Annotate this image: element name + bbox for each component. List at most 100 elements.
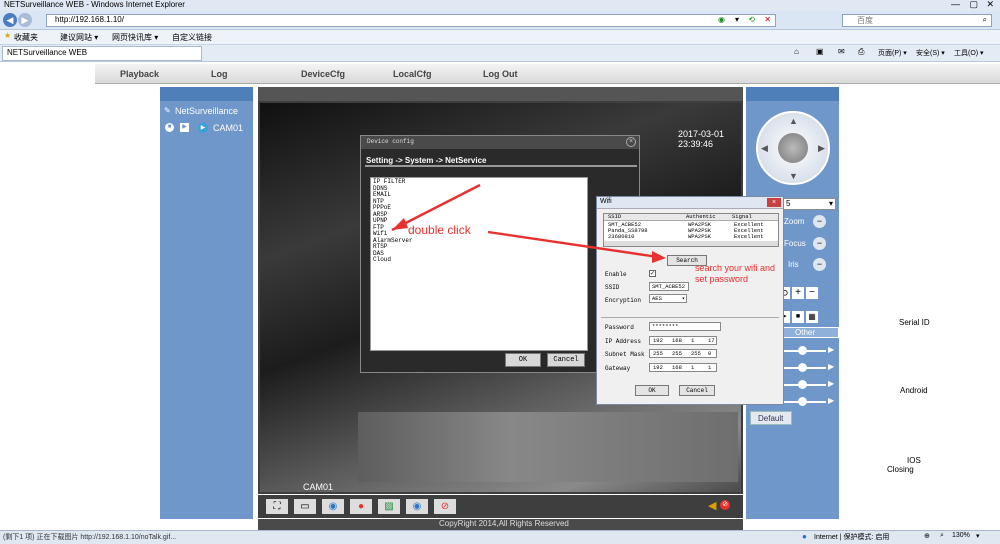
print-icon[interactable]: ⎙ [858, 47, 864, 57]
wifi-table-scrollbar[interactable] [604, 241, 778, 246]
iris-out-button[interactable]: − [813, 258, 826, 271]
stop-icon[interactable]: ✕ [764, 15, 771, 24]
forward-icon[interactable]: ▶ [18, 13, 32, 27]
window-title: NETSurveillance WEB - Windows Internet E… [4, 0, 185, 9]
single-view-icon[interactable]: ▭ [294, 499, 316, 514]
speed-select[interactable]: 5 ▾ [782, 198, 836, 210]
ssid-input[interactable]: SMT_ACBE52 [649, 282, 689, 291]
table-row[interactable]: 23680810 WPA2PSK Excellent [604, 234, 778, 240]
add-preset-icon[interactable]: + [792, 287, 804, 299]
speaker-icon[interactable]: ◀ [708, 499, 716, 512]
fav-link-3[interactable]: 自定义链接 [172, 32, 212, 43]
tab-netsurveillance[interactable]: NETSurveillance WEB [2, 46, 202, 61]
ptz-center-button[interactable] [778, 133, 808, 163]
snapshot-icon[interactable]: ▨ [378, 499, 400, 514]
zoom-out-button[interactable]: − [813, 215, 826, 228]
tab-command-bar: NETSurveillance WEB ⌂ ▣ ✉ ⎙ 页面(P) ▾ 安全(S… [0, 45, 1000, 62]
close-icon[interactable]: × [626, 137, 636, 147]
menu-log[interactable]: Log [211, 69, 228, 79]
record-icon[interactable]: ● [350, 499, 372, 514]
security-zone[interactable]: Internet | 保护模式: 启用 [814, 532, 889, 542]
remove-preset-icon[interactable]: − [806, 287, 818, 299]
playback-icon[interactable]: ◉ [322, 499, 344, 514]
ptz-right-icon[interactable]: ▶ [818, 143, 825, 154]
saturation-thumb[interactable] [798, 380, 807, 389]
mute-icon[interactable]: ⊘ [720, 500, 730, 510]
status-bar: (剩下1 项) 正在下载图片 http://192.168.1.10/noTal… [0, 530, 1000, 544]
service-ok-button[interactable]: OK [505, 353, 541, 367]
gateway-octet: 192 [653, 364, 663, 371]
gateway-input[interactable]: 192 168 1 1 [649, 363, 717, 372]
mail-icon[interactable]: ✉ [838, 47, 845, 56]
back-icon[interactable]: ◀ [3, 13, 17, 27]
maximize-button[interactable]: ▢ [969, 0, 978, 10]
dropdown-icon[interactable]: ▾ [735, 15, 739, 24]
camera-status-icon[interactable]: ▶ [198, 123, 208, 133]
encryption-select[interactable]: AES ▾ [649, 294, 687, 303]
talk-icon[interactable]: ◉ [406, 499, 428, 514]
close-window-button[interactable]: ✕ [986, 0, 994, 10]
service-cancel-button[interactable]: Cancel [547, 353, 585, 367]
focus-out-button[interactable]: − [813, 237, 826, 250]
fav-link-2[interactable]: 网页快讯库 ▾ [112, 32, 158, 43]
wifi-close-icon[interactable]: × [767, 198, 781, 207]
channel-label[interactable]: CAM01 [213, 123, 243, 133]
contrast-arrow-icon[interactable]: ▶ [828, 362, 834, 371]
encryption-value: AES [652, 295, 662, 302]
fav-link-1[interactable]: 建议网站 ▾ [60, 32, 98, 43]
minimize-button[interactable]: — [951, 0, 960, 9]
zoom-icon[interactable]: ⌕ [940, 532, 944, 540]
hue-arrow-icon[interactable]: ▶ [828, 396, 834, 405]
fullscreen-icon[interactable]: ⛶ [266, 499, 288, 514]
tour-stop-icon[interactable]: ■ [792, 311, 804, 323]
stop-record-icon[interactable]: ⊘ [434, 499, 456, 514]
default-button[interactable]: Default [750, 411, 792, 425]
safety-menu[interactable]: 安全(S) ▾ [916, 48, 945, 58]
chevron-down-icon[interactable]: ▾ [976, 532, 980, 540]
menu-logout[interactable]: Log Out [483, 69, 518, 79]
hue-thumb[interactable] [798, 397, 807, 406]
wifi-ok-button[interactable]: OK [635, 385, 669, 396]
enable-checkbox[interactable]: ✓ [649, 270, 656, 277]
lock-icon: ⊕ [924, 533, 930, 540]
search-icon[interactable]: ⌕ [983, 15, 987, 25]
stop-all-icon[interactable]: ■ [165, 123, 174, 132]
tools-menu[interactable]: 工具(O) ▾ [954, 48, 984, 58]
contrast-thumb[interactable] [798, 363, 807, 372]
ip-input[interactable]: 192 168 1 17 [649, 336, 717, 345]
favorites-button[interactable]: 收藏夹 [14, 32, 38, 43]
service-item[interactable]: Cloud [373, 256, 585, 264]
mask-input[interactable]: 255 255 255 0 [649, 349, 717, 358]
menu-playback[interactable]: Playback [120, 69, 159, 79]
device-name[interactable]: NetSurveillance [175, 106, 238, 116]
saturation-arrow-icon[interactable]: ▶ [828, 379, 834, 388]
tab-other[interactable]: Other [776, 327, 839, 338]
search-box[interactable]: 百度 ⌕ [842, 14, 992, 27]
double-click-note: double click [408, 223, 471, 237]
ip-octet: 1 [691, 337, 695, 344]
grid-icon[interactable]: ▦ [806, 311, 818, 323]
ptz-down-icon[interactable]: ▼ [789, 171, 798, 181]
play-all-icon[interactable]: ▶ [180, 123, 189, 132]
compat-icon[interactable]: ◉ [718, 15, 725, 24]
home-icon[interactable]: ⌂ [794, 47, 799, 56]
gateway-label: Gateway [605, 365, 631, 372]
password-field[interactable]: ******** [649, 322, 721, 331]
brightness-arrow-icon[interactable]: ▶ [828, 345, 834, 354]
brightness-thumb[interactable] [798, 346, 807, 355]
menu-devicecfg[interactable]: DeviceCfg [301, 69, 345, 79]
address-field[interactable]: http://192.168.1.10/ ◉ ▾ ⟲ ✕ [46, 14, 776, 27]
ssid-label: SSID [605, 284, 620, 291]
page-menu[interactable]: 页面(P) ▾ [878, 48, 907, 58]
col-auth: Authentic [686, 213, 716, 220]
menu-localcfg[interactable]: LocalCfg [393, 69, 432, 79]
zoom-level[interactable]: 130% [952, 532, 970, 539]
refresh-icon[interactable]: ⟲ [748, 15, 755, 24]
feed-icon[interactable]: ▣ [816, 47, 824, 56]
wifi-cancel-button[interactable]: Cancel [679, 385, 715, 396]
ptz-up-icon[interactable]: ▲ [789, 116, 798, 126]
ptz-joystick[interactable]: ▲ ▼ ◀ ▶ [756, 111, 830, 185]
ptz-left-icon[interactable]: ◀ [761, 143, 768, 154]
chevron-down-icon: ▾ [681, 295, 685, 302]
app-menu-bar: Playback Log DeviceCfg LocalCfg Log Out [95, 64, 1000, 84]
